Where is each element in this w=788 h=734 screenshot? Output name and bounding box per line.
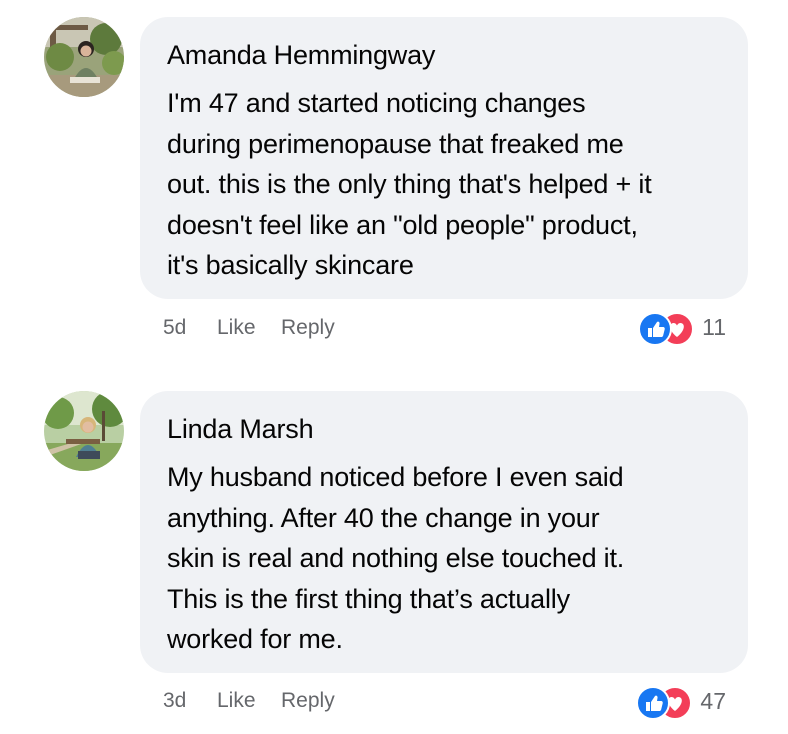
reaction-count: 11: [702, 313, 726, 340]
reply-button[interactable]: Reply: [281, 316, 335, 340]
comment-line: worked for me.: [167, 624, 343, 654]
comment-text: My husband noticed before I even said an…: [167, 457, 722, 660]
like-icon: [636, 686, 671, 720]
comment-bubble: Linda Marsh My husband noticed before I …: [140, 391, 748, 673]
avatar[interactable]: [44, 391, 124, 471]
comment-author[interactable]: Linda Marsh: [167, 413, 722, 445]
comment-author[interactable]: Amanda Hemmingway: [167, 39, 722, 71]
comment-line: anything. After 40 the change in your: [167, 502, 600, 533]
reaction-count: 47: [700, 687, 726, 714]
like-button[interactable]: Like: [217, 316, 281, 340]
reaction-icons: [638, 312, 695, 346]
comment-actions: 5d Like Reply: [163, 316, 335, 340]
reactions-summary[interactable]: 47: [636, 686, 726, 720]
comment-line: My husband noticed before I even said: [167, 462, 624, 492]
comment-text: I'm 47 and started noticing changes duri…: [167, 83, 722, 286]
reactions-summary[interactable]: 11: [638, 312, 726, 346]
comment-line: out. this is the only thing that's helpe…: [167, 169, 652, 199]
comment-line: This is the first thing that’s actually: [167, 583, 570, 614]
like-button[interactable]: Like: [217, 689, 281, 713]
comment-timestamp[interactable]: 3d: [163, 689, 217, 713]
avatar-photo: [44, 17, 124, 97]
comment-bubble: Amanda Hemmingway I'm 47 and started not…: [140, 17, 748, 299]
reaction-icons: [636, 686, 693, 720]
comment-timestamp[interactable]: 5d: [163, 316, 217, 340]
comment-line: doesn't feel like an "old people" produc…: [167, 209, 638, 240]
comment-line: skin is real and nothing else touched it…: [167, 543, 625, 573]
avatar[interactable]: [44, 17, 124, 97]
comment-line: it's basically skincare: [167, 250, 414, 280]
like-icon: [638, 312, 673, 346]
comment-line: during perimenopause that freaked me: [167, 128, 624, 159]
avatar-photo: [44, 391, 124, 471]
comment-line: I'm 47 and started noticing changes: [167, 88, 586, 118]
comment-actions: 3d Like Reply: [163, 689, 335, 713]
reply-button[interactable]: Reply: [281, 689, 335, 713]
